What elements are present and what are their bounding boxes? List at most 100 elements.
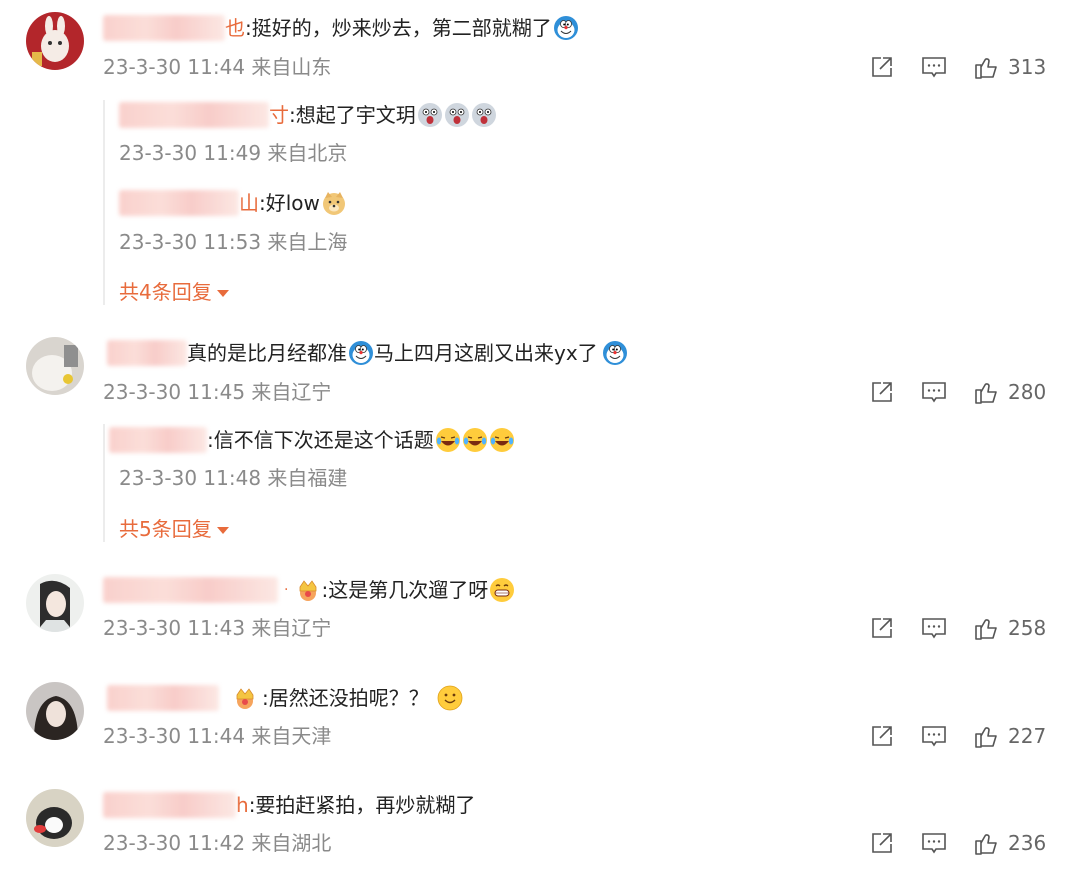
comment-button[interactable]: [920, 378, 948, 406]
smile-emoji-icon: [437, 685, 463, 711]
comment-text: h:要拍赶紧拍，再炒就糊了: [103, 791, 475, 819]
comment-text: 真的是比月经都准 马上四月这剧又出来yx了: [107, 339, 628, 367]
avatar[interactable]: [26, 337, 84, 395]
share-icon: [872, 382, 892, 402]
scream-emoji-icon: [444, 102, 470, 128]
comment-body: :居然还没拍呢？？: [262, 686, 429, 710]
comment-body: :这是第几次遛了呀: [321, 578, 489, 602]
username-blurred[interactable]: [119, 190, 239, 216]
like-button[interactable]: 258: [972, 614, 1046, 642]
comment-actions: 280: [868, 378, 1046, 406]
doge-emoji-icon: [321, 190, 347, 216]
comment-bubble-icon: [922, 618, 946, 639]
username-tail[interactable]: 寸: [269, 101, 289, 129]
comment-bubble-icon: [922, 382, 946, 403]
laugh-cry-emoji-icon: [435, 427, 461, 453]
comment-body-continued: 马上四月这剧又出来yx了: [374, 341, 598, 365]
username-tail[interactable]: 也: [225, 14, 245, 42]
comment-bubble-icon: [922, 833, 946, 854]
thumbs-up-icon: [975, 834, 997, 855]
comment-actions: 313: [868, 53, 1046, 81]
separator-dot: ·: [284, 582, 289, 598]
comment-meta: 23-3-30 11:43 来自辽宁: [103, 616, 332, 640]
comment-body: 真的是比月经都准: [187, 341, 347, 365]
username-tail[interactable]: h: [236, 791, 249, 819]
like-count: 236: [1008, 831, 1047, 855]
comment-text: 也:挺好的，炒来炒去，第二部就糊了: [103, 14, 579, 42]
thumbs-up-icon: [975, 383, 997, 404]
reply-text: :信不信下次还是这个话题: [109, 426, 515, 454]
reply-thread-bar: [103, 424, 105, 542]
share-button[interactable]: [868, 378, 896, 406]
laugh-cry-emoji-icon: [462, 427, 488, 453]
like-count: 258: [1008, 616, 1047, 640]
comment-meta: 23-3-30 11:42 来自湖北: [103, 831, 332, 855]
reply-body: :好low: [259, 191, 320, 215]
comment-actions: 258: [868, 614, 1046, 642]
avatar[interactable]: [26, 574, 84, 632]
comment-button[interactable]: [920, 614, 948, 642]
comment-text: · :这是第几次遛了呀: [103, 576, 515, 604]
reply-text: 寸:想起了宇文玥: [119, 101, 497, 129]
reply-body: :信不信下次还是这个话题: [207, 428, 434, 452]
comment-button[interactable]: [920, 829, 948, 857]
comment-meta: 23-3-30 11:44 来自天津: [103, 724, 332, 748]
like-button[interactable]: 227: [972, 722, 1046, 750]
like-button[interactable]: 280: [972, 378, 1046, 406]
comment-bubble-icon: [922, 726, 946, 747]
share-button[interactable]: [868, 53, 896, 81]
like-count: 227: [1008, 724, 1047, 748]
username-blurred[interactable]: [107, 685, 219, 711]
view-more-replies[interactable]: 共5条回复: [119, 515, 229, 543]
grin-emoji-icon: [489, 577, 515, 603]
caret-down-icon: [216, 526, 229, 534]
scream-emoji-icon: [417, 102, 443, 128]
username-blurred[interactable]: [107, 340, 187, 366]
thumbs-up-icon: [975, 58, 997, 79]
username-blurred[interactable]: [103, 577, 278, 603]
like-button[interactable]: 313: [972, 53, 1046, 81]
doraemon-emoji-icon: [602, 340, 628, 366]
more-replies-label: 共4条回复: [119, 280, 212, 304]
share-icon: [872, 726, 892, 746]
comment-button[interactable]: [920, 53, 948, 81]
reply-text: 山:好low: [119, 189, 347, 217]
more-replies-label: 共5条回复: [119, 517, 212, 541]
share-icon: [872, 833, 892, 853]
username-blurred[interactable]: [119, 102, 269, 128]
share-button[interactable]: [868, 722, 896, 750]
thumbs-up-icon: [975, 727, 997, 748]
avatar[interactable]: [26, 789, 84, 847]
reply-thread-bar: [103, 100, 105, 305]
avatar[interactable]: [26, 12, 84, 70]
comment-meta: 23-3-30 11:45 来自辽宁: [103, 380, 332, 404]
like-count: 280: [1008, 380, 1047, 404]
caret-down-icon: [216, 289, 229, 297]
username-tail[interactable]: 山: [239, 189, 259, 217]
doraemon-emoji-icon: [553, 15, 579, 41]
share-icon: [872, 57, 892, 77]
comment-body: :挺好的，炒来炒去，第二部就糊了: [245, 16, 552, 40]
scream-emoji-icon: [471, 102, 497, 128]
like-button[interactable]: 236: [972, 829, 1046, 857]
comment-button[interactable]: [920, 722, 948, 750]
reply-meta: 23-3-30 11:49 来自北京: [119, 141, 348, 165]
share-icon: [872, 618, 892, 638]
comment-meta: 23-3-30 11:44 来自山东: [103, 55, 332, 79]
username-blurred[interactable]: [109, 427, 207, 453]
reply-body: :想起了宇文玥: [289, 103, 416, 127]
comment-actions: 227: [868, 722, 1046, 750]
thumbs-up-icon: [975, 619, 997, 640]
share-button[interactable]: [868, 614, 896, 642]
view-more-replies[interactable]: 共4条回复: [119, 278, 229, 306]
username-blurred[interactable]: [103, 15, 225, 41]
comment-actions: 236: [868, 829, 1046, 857]
crown-badge-icon[interactable]: [295, 577, 321, 603]
share-button[interactable]: [868, 829, 896, 857]
comment-list: 也:挺好的，炒来炒去，第二部就糊了 23-3-30 11:44 来自山东 313…: [0, 0, 1080, 887]
comment-body: :要拍赶紧拍，再炒就糊了: [248, 793, 476, 817]
doraemon-emoji-icon: [348, 340, 374, 366]
crown-badge-icon[interactable]: [232, 685, 258, 711]
avatar[interactable]: [26, 682, 84, 740]
username-blurred[interactable]: [103, 792, 236, 818]
